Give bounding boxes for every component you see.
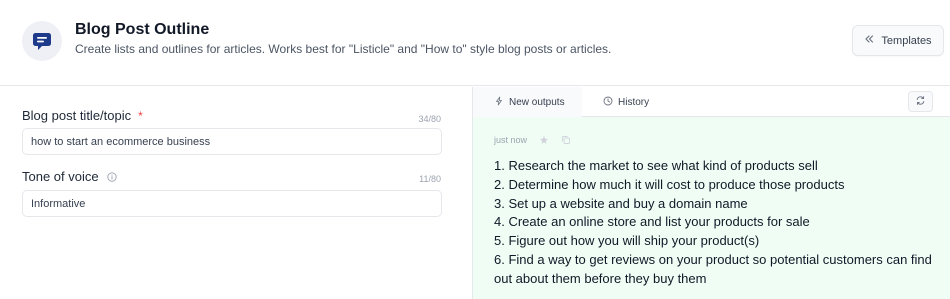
output-result: just now 1. Research the market to see w… bbox=[473, 117, 950, 299]
list-item: 1. Research the market to see what kind … bbox=[494, 158, 818, 173]
info-icon[interactable] bbox=[106, 171, 117, 182]
output-meta: just now bbox=[494, 135, 571, 145]
output-tabs: New outputs History bbox=[473, 87, 950, 117]
tone-field-label: Tone of voice bbox=[22, 169, 117, 184]
bolt-icon bbox=[494, 96, 504, 109]
list-item: 2. Determine how much it will cost to pr… bbox=[494, 176, 845, 192]
page-header: Blog Post Outline Create lists and outli… bbox=[0, 0, 950, 86]
list-item: 6. Find a way to get reviews on your pro… bbox=[494, 251, 932, 286]
title-char-counter: 34/80 bbox=[418, 114, 441, 124]
tone-field-label-text: Tone of voice bbox=[22, 169, 99, 184]
outline-list: 1. Research the market to see what kind … bbox=[494, 157, 939, 289]
list-item: 3. Set up a website and buy a domain nam… bbox=[494, 195, 748, 211]
templates-button-label: Templates bbox=[881, 34, 932, 47]
tab-history-label: History bbox=[618, 96, 650, 108]
tab-new-outputs[interactable]: New outputs bbox=[473, 87, 582, 117]
list-item: 5. Figure out how you will ship your pro… bbox=[494, 233, 760, 249]
output-panel: New outputs History just now 1. Research… bbox=[473, 87, 950, 299]
refresh-button[interactable] bbox=[908, 91, 933, 112]
title-input[interactable]: how to start an ecommerce business bbox=[22, 128, 442, 155]
title-field-label: Blog post title/topic * bbox=[22, 108, 143, 123]
refresh-icon bbox=[915, 93, 926, 111]
chevrons-left-icon bbox=[864, 34, 874, 47]
required-mark: * bbox=[138, 108, 143, 123]
copy-icon[interactable] bbox=[561, 135, 571, 145]
output-timestamp: just now bbox=[494, 135, 528, 145]
clock-icon bbox=[603, 96, 613, 109]
templates-button[interactable]: Templates bbox=[852, 25, 944, 56]
chat-bubble-icon bbox=[22, 21, 62, 61]
star-icon[interactable] bbox=[539, 135, 549, 145]
tone-input[interactable]: Informative bbox=[22, 190, 442, 217]
input-form: Blog post title/topic * 34/80 how to sta… bbox=[0, 87, 473, 299]
tone-char-counter: 11/80 bbox=[419, 174, 441, 184]
page-subtitle: Create lists and outlines for articles. … bbox=[75, 42, 612, 56]
tab-history[interactable]: History bbox=[603, 87, 649, 117]
list-item: 4. Create an online store and list your … bbox=[494, 214, 810, 230]
title-field-label-text: Blog post title/topic bbox=[22, 108, 132, 123]
tab-new-outputs-label: New outputs bbox=[509, 96, 565, 108]
page-title: Blog Post Outline bbox=[75, 21, 210, 38]
